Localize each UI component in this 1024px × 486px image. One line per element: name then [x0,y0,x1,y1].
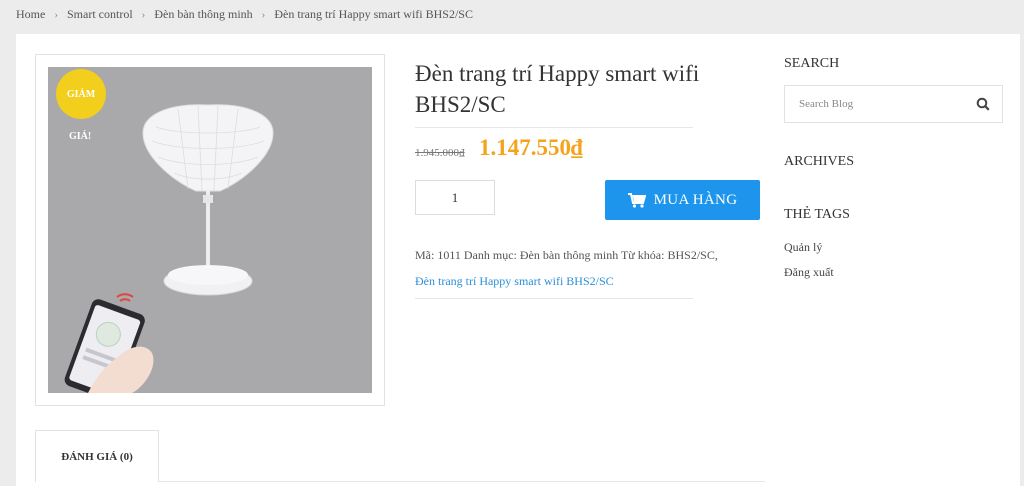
search-icon[interactable] [976,97,990,111]
product-gallery: GIẢM GIÁ! [35,54,385,406]
price-old: 1.945.000₫ [415,147,465,159]
quantity-input[interactable]: 1 [415,180,495,215]
divider [415,298,693,299]
divider [415,127,693,128]
search-heading: SEARCH [784,56,840,71]
sidebar-link-manage[interactable]: Quản lý [784,240,822,255]
sale-badge-text: GIÁ! [69,131,92,142]
product-title: Đèn trang trí Happy smart wifi BHS2/SC [415,61,700,117]
product-card: GIẢM GIÁ! Đèn trang trí Happy smart wifi… [16,34,1020,486]
product-image[interactable]: GIẢM GIÁ! [48,67,372,393]
lamp-illustration [64,104,274,393]
chevron-right-icon: › [141,9,146,21]
sale-badge: GIẢM [56,69,106,119]
tab-underline [159,481,765,482]
buy-button-label: MUA HÀNG [653,191,738,208]
breadcrumb-category[interactable]: Đèn bàn thông minh [154,7,252,21]
breadcrumb-smart-control[interactable]: Smart control [67,7,133,21]
breadcrumb-home[interactable]: Home [16,7,45,21]
chevron-right-icon: › [261,9,266,21]
product-meta-text: Mã: 1011 Danh mục: Đèn bàn thông minh Từ… [415,248,718,262]
tags-heading: THẺ TAGS [784,207,850,222]
cart-icon [627,192,646,208]
product-meta: Mã: 1011 Danh mục: Đèn bàn thông minh Từ… [415,242,755,294]
buy-button[interactable]: MUA HÀNG [605,180,760,220]
archives-heading: ARCHIVES [784,154,855,169]
search-placeholder: Search Blog [799,98,854,110]
price-new: 1.147.550₫ [479,135,583,160]
product-tag-link[interactable]: Đèn trang trí Happy smart wifi BHS2/SC [415,274,614,288]
chevron-right-icon: › [54,9,58,21]
sidebar-link-logout[interactable]: Đăng xuất [784,265,834,280]
search-input[interactable]: Search Blog [784,85,1003,123]
tab-reviews[interactable]: ĐÁNH GIÁ (0) [35,430,159,482]
breadcrumb-current: Đèn trang trí Happy smart wifi BHS2/SC [274,7,473,21]
breadcrumb: Home › Smart control › Đèn bàn thông minh › Đè… [16,7,473,22]
